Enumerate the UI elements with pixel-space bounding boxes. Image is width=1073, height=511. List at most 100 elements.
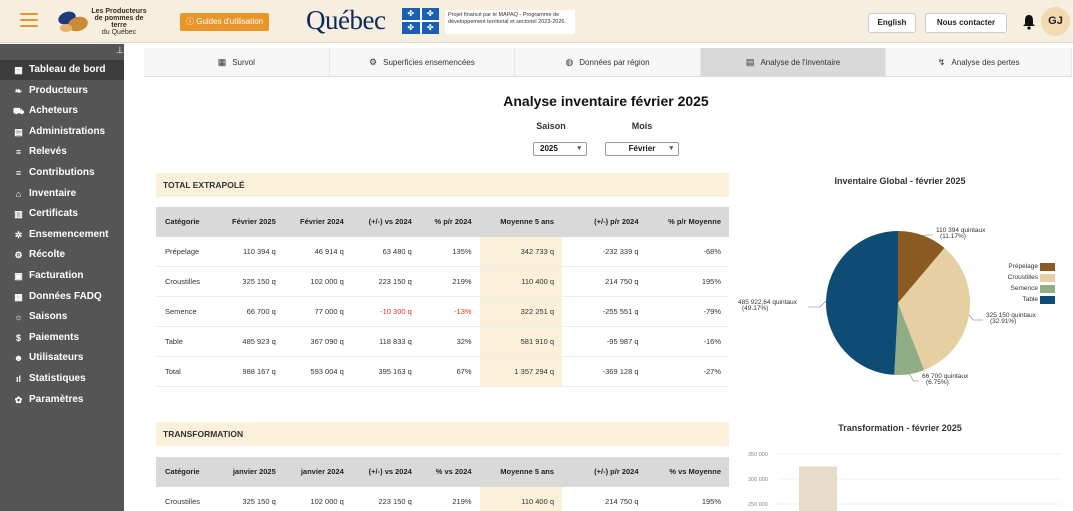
pie-leader-line	[909, 373, 919, 382]
pie-percent-label: (6.75%)	[926, 379, 949, 386]
invoice-icon: ▣	[14, 271, 23, 281]
column-header: (+/-) vs 2024	[351, 457, 420, 487]
column-header: (+/-) p/r 2024	[562, 207, 647, 237]
sidebar-item-contributions[interactable]: ≡ Contributions	[0, 163, 124, 183]
chevron-down-icon: ▾	[669, 145, 673, 152]
certificate-icon: ▥	[14, 209, 23, 220]
pie-leader-line	[808, 300, 827, 308]
table-cell: 342 733 q	[479, 237, 563, 267]
contact-button[interactable]: Nous contacter	[925, 13, 1007, 33]
tab-label: Données par région	[579, 57, 650, 67]
column-header: janvier 2025	[219, 457, 284, 487]
sidebar-item-paiements[interactable]: $ Paiements	[0, 328, 124, 348]
bar-chart: 350 000 300 000 250 000	[748, 452, 1061, 511]
sidebar-item-param-tres[interactable]: ✿ Paramètres	[0, 390, 124, 410]
pie-chart-title: Inventaire Global - février 2025	[834, 176, 966, 186]
tab-superficies-ensemenc-es[interactable]: ⚙ Superficies ensemencées	[329, 48, 516, 76]
sidebar-item-donn-es-fadq[interactable]: ▦ Données FADQ	[0, 287, 124, 307]
table-cell: 322 251 q	[479, 296, 563, 327]
bell-icon[interactable]	[1022, 14, 1036, 30]
chevron-down-icon: ▾	[577, 145, 581, 152]
page-title: Analyse inventaire février 2025	[503, 93, 709, 109]
legend-swatch-semence[interactable]	[1040, 285, 1055, 293]
season-icon: ☼	[14, 312, 23, 323]
table-cell: 102 000 q	[283, 487, 352, 511]
legend-label-semence: Semence	[1010, 285, 1038, 292]
tab-label: Survol	[232, 57, 255, 67]
sidebar-item-inventaire[interactable]: ⌂ Inventaire	[0, 184, 124, 204]
user-avatar[interactable]: GJ	[1041, 7, 1070, 36]
sidebar-item-administrations[interactable]: ▤ Administrations	[0, 122, 124, 142]
sidebar-item-label: Administrations	[29, 125, 106, 137]
table-row: Semence 66 700 q 77 000 q -10 300 q -13% 322 …	[156, 296, 729, 327]
sidebar-item-label: Tableau de bord	[29, 64, 106, 75]
table-cell: -27%	[646, 356, 729, 387]
data-icon: ▦	[14, 291, 23, 302]
tab-survol[interactable]: ▦ Survol	[144, 48, 330, 76]
sidebar-item-utilisateurs[interactable]: ☻ Utilisateurs	[0, 348, 124, 368]
sidebar-item-tableau-de-bord[interactable]: ▦ Tableau de bord	[0, 60, 124, 80]
tab-analyse-de-l-inventaire[interactable]: ▤ Analyse de l'inventaire	[700, 48, 887, 76]
column-header: (+/-) p/r 2024	[562, 457, 647, 487]
tab-label: Superficies ensemencées	[383, 57, 475, 67]
org-icon: ▤	[14, 126, 23, 137]
table-cell: -10 300 q	[351, 296, 420, 327]
quebec-flag-icon: ✤ ✤ ✤ ✤	[402, 8, 439, 34]
table-row: Total 988 167 q 593 004 q 395 163 q 67% 1 357…	[156, 356, 729, 387]
sidebar-item-certificats[interactable]: ▥ Certificats	[0, 204, 124, 224]
table-cell: -79%	[646, 296, 729, 327]
column-header: Catégorie	[156, 457, 220, 487]
sidebar-item-saisons[interactable]: ☼ Saisons	[0, 307, 124, 327]
sidebar-item-relev-s[interactable]: ≡ Relevés	[0, 142, 124, 162]
hamburger-menu-icon[interactable]	[20, 13, 38, 27]
table-cell: -68%	[646, 237, 729, 267]
list-icon: ≡	[15, 147, 22, 158]
sidebar-item-facturation[interactable]: ▣ Facturation	[0, 266, 124, 286]
table-cell: 46 914 q	[283, 237, 352, 267]
legend-swatch-croustilles[interactable]	[1040, 274, 1055, 282]
tab-label: Analyse des pertes	[951, 57, 1020, 67]
logo-line-2: de pommes de terre	[94, 15, 144, 29]
legend-label-croustilles: Croustilles	[1007, 274, 1038, 281]
legend-label-prépelage: Prépelage	[1008, 263, 1038, 270]
quebec-wordmark: Québec	[306, 5, 386, 35]
language-english-button[interactable]: English	[868, 13, 916, 33]
column-header: janvier 2024	[283, 457, 352, 487]
tab-donn-es-par-r-gion[interactable]: ◍ Données par région	[515, 48, 701, 76]
guides-button[interactable]: ⓘ Guides d'utilisation	[180, 13, 270, 31]
sidebar-item-acheteurs[interactable]: ⛟ Acheteurs	[0, 101, 124, 121]
bar-croustilles[interactable]	[799, 466, 837, 511]
table-row: Prépelage 110 394 q 46 914 q 63 480 q 135% 34…	[156, 237, 729, 267]
table-cell: 581 910 q	[479, 326, 563, 357]
sidebar-item-ensemencement[interactable]: ✲ Ensemencement	[0, 225, 124, 245]
logo-text: Les Producteurs de pommes de terre du Qu…	[90, 8, 148, 36]
month-select[interactable]: Février ▾	[605, 142, 679, 156]
pie-leader-line	[968, 314, 983, 321]
bar-y-tick-label: 300 000	[748, 477, 768, 483]
pie-slice-table[interactable]	[826, 231, 898, 375]
table-cell: 219%	[419, 266, 480, 297]
table-cell: 367 090 q	[283, 326, 352, 357]
guides-label: Guides d'utilisation	[196, 17, 264, 26]
tab-analyse-des-pertes[interactable]: ↯ Analyse des pertes	[886, 48, 1072, 76]
pin-icon[interactable]: ⊥	[116, 46, 124, 56]
table-cell: 325 150 q	[219, 266, 284, 297]
column-header: Février 2024	[283, 207, 352, 237]
dashboard-icon: ▦	[14, 65, 23, 75]
table-row: Table 485 923 q 367 090 q 118 833 q 32% 581 9…	[156, 326, 729, 357]
warehouse-icon: ▤	[745, 56, 755, 67]
globe-icon: ◍	[565, 56, 574, 67]
season-select-value: 2025	[540, 144, 558, 153]
table-cell: 102 000 q	[283, 266, 352, 297]
sidebar-item-producteurs[interactable]: ❧ Producteurs	[0, 81, 124, 101]
table-cell: -369 128 q	[562, 356, 647, 387]
table-cell: 195%	[646, 487, 729, 511]
season-select[interactable]: 2025 ▾	[533, 142, 587, 156]
sidebar-item-statistiques[interactable]: ıl Statistiques	[0, 369, 124, 389]
sidebar-item-r-colte[interactable]: ⚙ Récolte	[0, 245, 124, 265]
table-cell: 219%	[419, 487, 480, 511]
table-cell: 223 150 q	[351, 266, 420, 297]
legend-swatch-table[interactable]	[1040, 296, 1055, 304]
column-header: % p/r Moyenne	[646, 207, 729, 237]
legend-swatch-prépelage[interactable]	[1040, 263, 1055, 271]
